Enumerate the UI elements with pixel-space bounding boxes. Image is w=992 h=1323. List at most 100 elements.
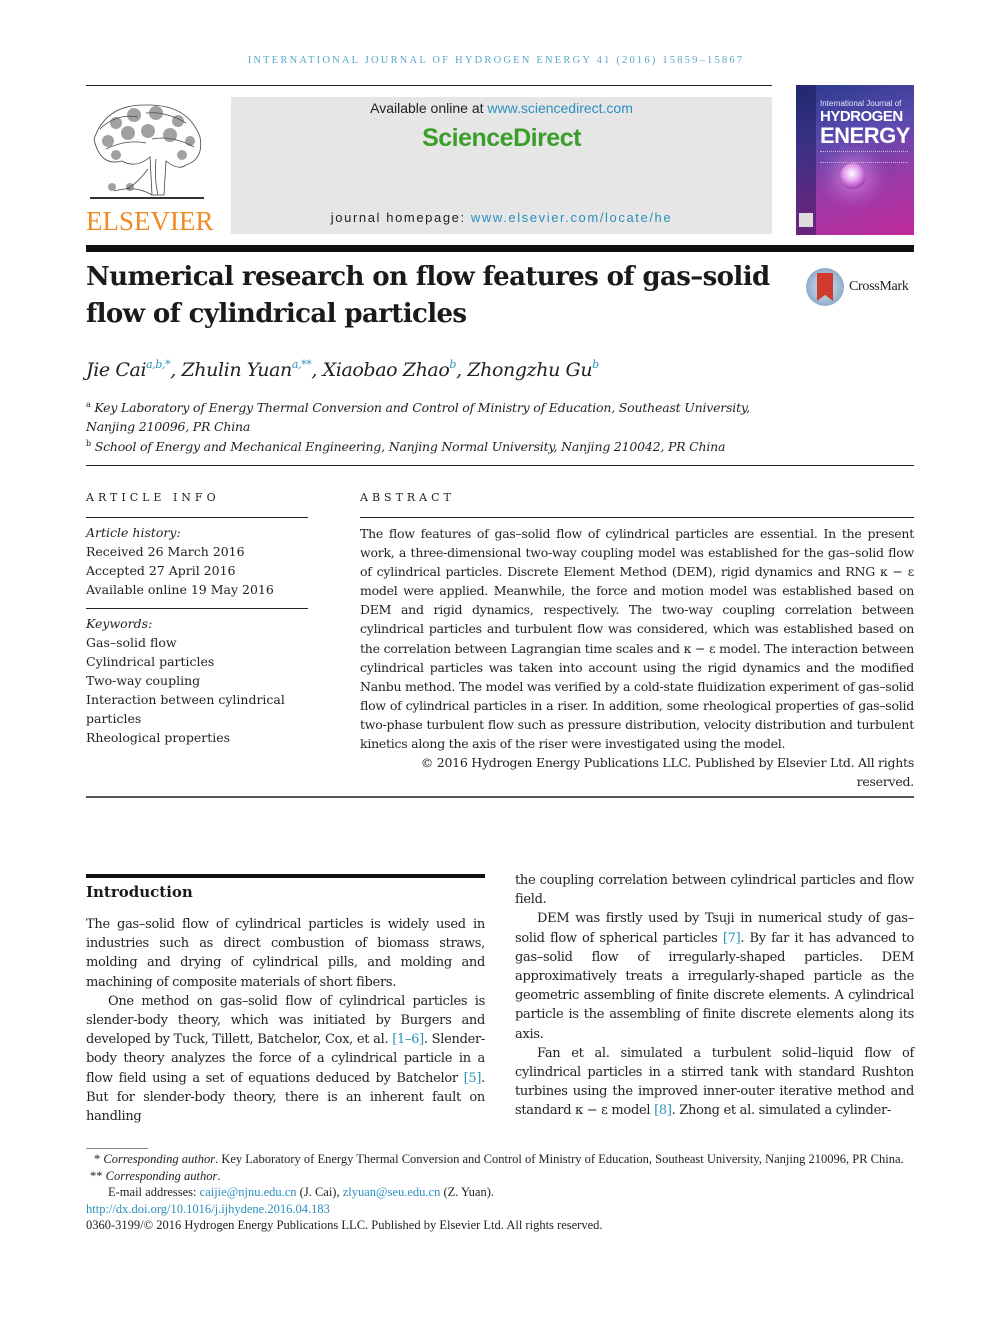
keyword-item: Cylindrical particles xyxy=(86,654,215,669)
citation-link[interactable]: [8] xyxy=(654,1103,672,1118)
author-affil-marks[interactable]: b xyxy=(592,358,599,371)
footnote-corresponding-2: ** Corresponding author. xyxy=(86,1168,914,1185)
body-paragraph: DEM was firstly used by Tsuji in numeric… xyxy=(515,909,914,1043)
section-heading-introduction: Introduction xyxy=(86,883,193,901)
sciencedirect-link[interactable]: www.sciencedirect.com xyxy=(487,100,633,116)
author-name[interactable]: Zhulin Yuan xyxy=(182,359,293,381)
header-rule xyxy=(86,85,772,86)
author-affil-marks[interactable]: a,b,* xyxy=(146,358,170,371)
keyword-item: Gas–solid flow xyxy=(86,635,177,650)
crossmark-label: CrossMark xyxy=(849,279,909,294)
email-link-cai[interactable]: caijie@njnu.edu.cn xyxy=(200,1185,297,1199)
journal-homepage-line: journal homepage: www.elsevier.com/locat… xyxy=(231,210,772,225)
journal-cover-image[interactable]: International Journal of HYDROGEN ENERGY xyxy=(796,85,914,235)
sciencedirect-banner: Available online at www.sciencedirect.co… xyxy=(231,97,772,234)
cover-editors-block xyxy=(820,151,908,163)
footnote-mark: * xyxy=(94,1152,101,1166)
citation-link[interactable]: [1–6] xyxy=(392,1032,424,1047)
journal-homepage-prefix: journal homepage: xyxy=(330,210,471,225)
cover-publisher-icon xyxy=(799,213,813,227)
elsevier-tree-icon xyxy=(90,104,204,199)
footnotes: * Corresponding author. Key Laboratory o… xyxy=(86,1151,914,1234)
email-owner: (Z. Yuan). xyxy=(440,1185,495,1199)
keyword-item: Rheological properties xyxy=(86,730,231,745)
body-left-column: Introduction The gas–solid flow of cylin… xyxy=(86,874,485,1126)
email-prefix: E-mail addresses: xyxy=(108,1185,200,1199)
body-paragraph: Fan et al. simulated a turbulent solid–l… xyxy=(515,1044,914,1121)
journal-homepage-link[interactable]: www.elsevier.com/locate/he xyxy=(471,210,672,225)
body-paragraph: One method on gas–solid flow of cylindri… xyxy=(86,992,485,1126)
keyword-item: Two-way coupling xyxy=(86,673,201,688)
affiliation-mark: a xyxy=(86,400,91,409)
footnote-text: . xyxy=(217,1168,221,1183)
article-info-heading: ARTICLE INFO xyxy=(86,491,220,504)
history-accepted: Accepted 27 April 2016 xyxy=(86,563,236,578)
abstract-rule xyxy=(360,517,914,518)
email-owner: (J. Cai), xyxy=(296,1185,343,1199)
paragraph-text: . By far it has advanced to gas–solid fl… xyxy=(515,930,914,1042)
email-link-yuan[interactable]: zlyuan@seu.edu.cn xyxy=(343,1185,441,1199)
citation-link[interactable]: [7] xyxy=(723,931,741,946)
body-right-column: the coupling correlation between cylindr… xyxy=(515,871,914,1121)
affiliation-text: Key Laboratory of Energy Thermal Convers… xyxy=(86,400,750,434)
footnote-corresponding-1: * Corresponding author. Key Laboratory o… xyxy=(86,1151,914,1168)
cover-title-line3: ENERGY xyxy=(820,123,910,148)
footnote-label: Corresponding author xyxy=(103,1152,216,1166)
history-label: Article history: xyxy=(86,525,181,540)
footnote-label: Corresponding author xyxy=(105,1168,218,1183)
paragraph-text: The gas–solid flow of cylindrical partic… xyxy=(86,917,485,990)
front-matter-end-rule xyxy=(86,796,914,798)
abstract-heading: ABSTRACT xyxy=(360,491,455,504)
author-name[interactable]: Xiaobao Zhao xyxy=(323,359,450,381)
issn-copyright: 0360-3199/© 2016 Hydrogen Energy Publica… xyxy=(86,1218,603,1232)
affiliation-rule xyxy=(86,465,914,466)
footnote-text: . Key Laboratory of Energy Thermal Conve… xyxy=(215,1152,904,1166)
elsevier-wordmark: ELSEVIER xyxy=(86,206,214,236)
abstract: ABSTRACT The flow features of gas–solid … xyxy=(360,491,914,791)
article-history: Article history: Received 26 March 2016 … xyxy=(86,523,308,599)
paragraph-text: the coupling correlation between cylindr… xyxy=(515,873,914,908)
author-affil-marks[interactable]: a,** xyxy=(292,358,312,371)
abstract-copyright: © 2016 Hydrogen Energy Publications LLC.… xyxy=(420,755,914,790)
citation-link[interactable]: [5] xyxy=(464,1071,482,1086)
keywords-label: Keywords: xyxy=(86,616,153,631)
footnote-rule xyxy=(86,1148,148,1149)
paragraph-text: . Zhong et al. simulated a cylinder- xyxy=(671,1103,892,1119)
cover-title-line2: HYDROGEN xyxy=(820,108,903,125)
cover-title-line1: International Journal of xyxy=(820,99,902,108)
affiliation-b: b School of Energy and Mechanical Engine… xyxy=(86,434,786,456)
crossmark-button[interactable]: CrossMark xyxy=(806,268,920,308)
section-rule xyxy=(86,874,485,878)
affiliation-mark: b xyxy=(86,439,91,448)
keyword-item: Interaction between cylindrical particle… xyxy=(86,692,285,726)
doi-line: http://dx.doi.org/10.1016/j.ijhydene.201… xyxy=(86,1201,914,1218)
masthead-thick-rule xyxy=(86,245,914,252)
abstract-text: The flow features of gas–solid flow of c… xyxy=(360,526,914,752)
history-received: Received 26 March 2016 xyxy=(86,544,245,559)
footnote-mark: ** xyxy=(90,1168,103,1183)
author-list: Jie Caia,b,*, Zhulin Yuana,**, Xiaobao Z… xyxy=(86,358,599,381)
affiliation-text: School of Energy and Mechanical Engineer… xyxy=(94,439,726,454)
elsevier-logo[interactable]: ELSEVIER xyxy=(86,99,214,236)
article-info: ARTICLE INFO Article history: Received 2… xyxy=(86,491,308,747)
body-paragraph: The gas–solid flow of cylindrical partic… xyxy=(86,915,485,992)
cover-orb-graphic xyxy=(840,163,866,189)
running-header: INTERNATIONAL JOURNAL OF HYDROGEN ENERGY… xyxy=(247,55,745,66)
introduction-right-text: the coupling correlation between cylindr… xyxy=(515,871,914,1121)
article-info-rule xyxy=(86,517,308,518)
sciencedirect-logo[interactable]: ScienceDirect xyxy=(231,124,772,153)
available-online-line: Available online at www.sciencedirect.co… xyxy=(231,100,772,116)
keywords-rule xyxy=(86,608,308,609)
body-paragraph: the coupling correlation between cylindr… xyxy=(515,871,914,909)
author-name[interactable]: Jie Cai xyxy=(86,359,147,381)
affiliation-a: a Key Laboratory of Energy Thermal Conve… xyxy=(86,395,786,436)
article-title: Numerical research on flow features of g… xyxy=(86,262,770,329)
author-affil-marks[interactable]: b xyxy=(449,358,456,371)
available-online-prefix: Available online at xyxy=(370,100,488,116)
doi-link[interactable]: http://dx.doi.org/10.1016/j.ijhydene.201… xyxy=(86,1202,330,1216)
introduction-left-text: The gas–solid flow of cylindrical partic… xyxy=(86,915,485,1126)
author-name[interactable]: Zhongzhu Gu xyxy=(467,359,592,381)
footnote-emails: E-mail addresses: caijie@njnu.edu.cn (J.… xyxy=(86,1184,914,1201)
keywords: Keywords: Gas–solid flow Cylindrical par… xyxy=(86,614,308,747)
history-online: Available online 19 May 2016 xyxy=(86,582,274,597)
